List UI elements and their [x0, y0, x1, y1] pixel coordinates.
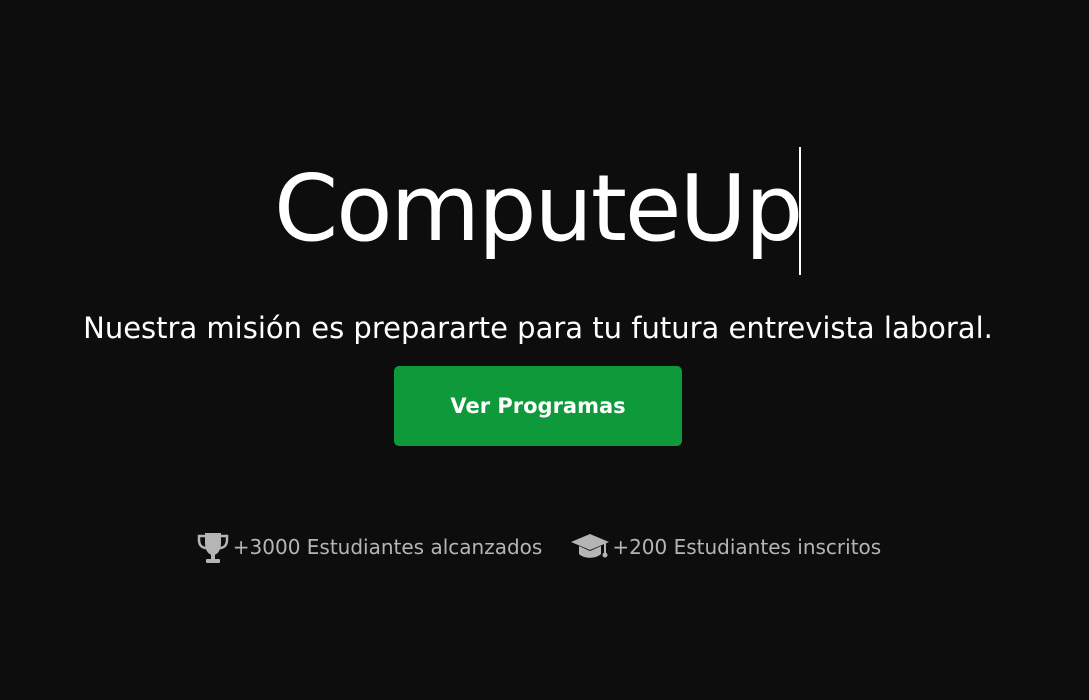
mission-statement: Nuestra misión es prepararte para tu fut…	[83, 311, 993, 345]
stat-students-reached: +3000 Estudiantes alcanzados	[195, 530, 543, 564]
landing-page: ComputeUp Nuestra misión es prepararte p…	[0, 0, 1089, 700]
stat-students-reached-text: +3000 Estudiantes alcanzados	[232, 535, 543, 559]
stat-students-enrolled: +200 Estudiantes inscritos	[570, 531, 881, 563]
brand-title: ComputeUp	[274, 155, 803, 262]
view-programs-button[interactable]: Ver Programas	[394, 366, 682, 446]
stats-row: +3000 Estudiantes alcanzados +200 Estudi…	[0, 530, 1076, 564]
brand-header: ComputeUp	[0, 147, 1089, 277]
typing-caret	[799, 147, 801, 275]
graduation-cap-icon	[570, 531, 610, 563]
stat-students-enrolled-text: +200 Estudiantes inscritos	[612, 535, 882, 559]
trophy-icon	[195, 530, 231, 564]
